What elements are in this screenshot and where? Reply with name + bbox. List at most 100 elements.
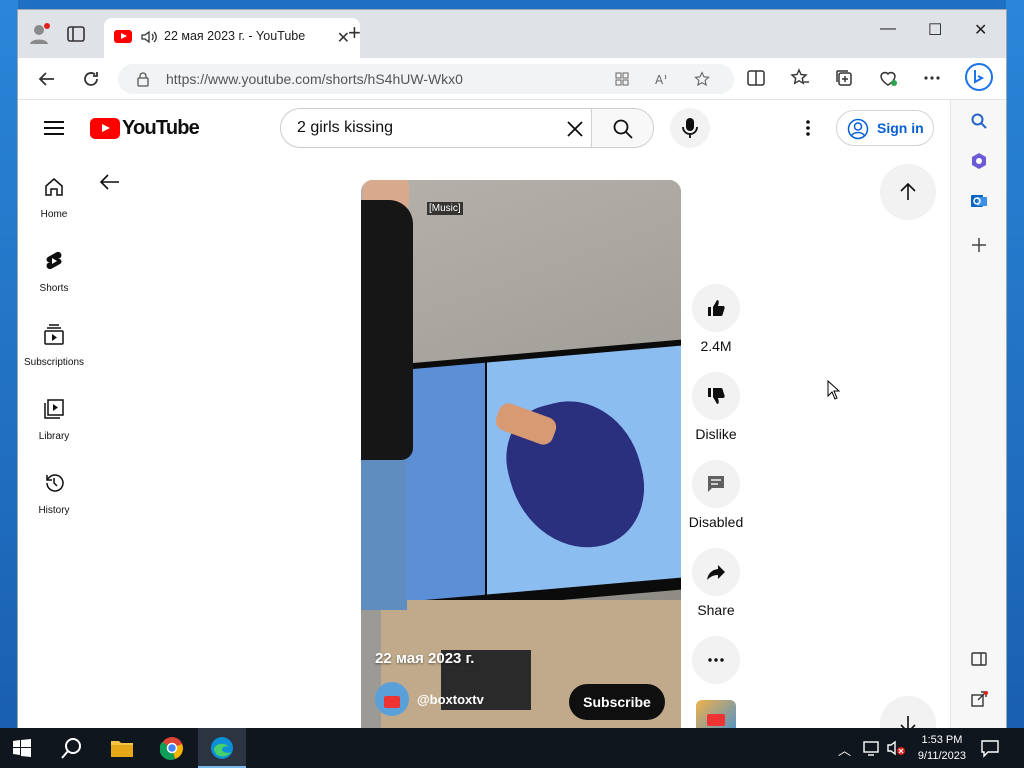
sign-in-button[interactable]: Sign in xyxy=(836,110,934,146)
guide-item-history[interactable]: History xyxy=(18,458,90,528)
sidebar-toggle-icon[interactable] xyxy=(970,650,988,668)
file-explorer-icon[interactable] xyxy=(110,736,134,760)
show-hidden-icons[interactable]: ︿ xyxy=(838,740,851,759)
back-icon[interactable] xyxy=(36,68,58,90)
notifications-icon[interactable] xyxy=(980,738,1000,758)
guide-item-library[interactable]: Library xyxy=(18,384,90,454)
sound-channel-thumbnail[interactable] xyxy=(696,700,736,728)
guide-label-shorts: Shorts xyxy=(39,283,69,294)
browser-window: 22 мая 2023 г. - YouTube ✕ + — ☐ ✕ https… xyxy=(18,10,1006,728)
shorts-icon xyxy=(46,251,62,270)
open-external-icon[interactable] xyxy=(970,690,988,708)
arrow-up-icon xyxy=(900,182,916,200)
read-aloud-icon[interactable]: A xyxy=(654,71,670,87)
youtube-logo[interactable]: YouTube xyxy=(90,117,200,139)
share-button[interactable] xyxy=(692,548,740,596)
like-count: 2.4M xyxy=(700,338,732,354)
more-actions-button[interactable] xyxy=(692,636,740,684)
speaker-icon[interactable] xyxy=(140,28,158,46)
channel-handle[interactable]: @boxtoxtv xyxy=(417,692,484,707)
lock-icon[interactable] xyxy=(136,71,150,87)
subscribe-button[interactable]: Subscribe xyxy=(569,684,665,720)
search-icon[interactable] xyxy=(60,736,84,760)
home-icon xyxy=(45,178,63,196)
address-bar[interactable]: https://www.youtube.com/shorts/hS4hUW-Wk… xyxy=(118,64,734,94)
dislike-label: Dislike xyxy=(695,426,737,442)
split-screen-icon[interactable] xyxy=(746,68,766,88)
mouse-cursor-icon xyxy=(827,380,841,400)
collections-icon[interactable] xyxy=(834,68,854,88)
share-action[interactable]: Share xyxy=(688,548,744,618)
windows-start-icon[interactable] xyxy=(12,738,32,758)
guide-label-subscriptions: Subscriptions xyxy=(23,357,85,368)
tab-actions-icon[interactable] xyxy=(66,24,86,44)
svg-text:A: A xyxy=(655,73,664,87)
like-action[interactable]: 2.4M xyxy=(688,284,744,354)
search-input[interactable]: 2 girls kissing xyxy=(297,119,393,137)
system-clock[interactable]: 1:53 PM 9/11/2023 xyxy=(918,732,966,764)
search-box[interactable]: 2 girls kissing xyxy=(280,108,654,148)
guide-item-subscriptions[interactable]: Subscriptions xyxy=(18,310,90,380)
guide-label-history: History xyxy=(38,505,70,516)
next-short-button[interactable] xyxy=(880,696,936,728)
favorite-star-icon[interactable] xyxy=(694,71,710,87)
share-icon xyxy=(707,565,725,580)
history-icon xyxy=(46,474,64,492)
bing-chat-icon[interactable] xyxy=(964,62,994,92)
account-icon xyxy=(847,118,869,140)
thumbs-up-icon xyxy=(708,300,725,316)
search-icon[interactable] xyxy=(970,112,988,130)
microphone-icon xyxy=(682,118,698,138)
video-title: 22 мая 2023 г. xyxy=(375,650,475,667)
close-window-button[interactable]: ✕ xyxy=(974,20,987,40)
minimize-button[interactable]: — xyxy=(880,20,896,38)
settings-more-icon[interactable] xyxy=(798,118,818,138)
url-text[interactable]: https://www.youtube.com/shorts/hS4hUW-Wk… xyxy=(166,71,463,87)
menu-icon[interactable] xyxy=(44,121,64,135)
refresh-icon[interactable] xyxy=(80,68,102,90)
youtube-play-icon xyxy=(90,117,120,139)
previous-short-button[interactable] xyxy=(880,164,936,220)
search-button[interactable] xyxy=(591,109,653,147)
voice-search-button[interactable] xyxy=(670,108,710,148)
more-actions[interactable] xyxy=(688,636,744,684)
volume-muted-icon[interactable] xyxy=(886,738,906,758)
edge-sidebar xyxy=(950,100,1006,728)
address-bar-row: https://www.youtube.com/shorts/hS4hUW-Wk… xyxy=(18,58,1006,100)
dislike-button[interactable] xyxy=(692,372,740,420)
favorites-icon[interactable] xyxy=(790,68,810,88)
guide-item-shorts[interactable]: Shorts xyxy=(18,236,90,306)
desktop-background xyxy=(1006,0,1024,728)
windows-taskbar: ︿ 1:53 PM 9/11/2023 xyxy=(0,728,1024,768)
title-bar: 22 мая 2023 г. - YouTube ✕ + — ☐ ✕ xyxy=(18,10,1006,58)
browser-essentials-icon[interactable] xyxy=(878,68,898,88)
network-icon[interactable] xyxy=(862,738,882,758)
channel-avatar[interactable] xyxy=(375,682,409,716)
edge-icon[interactable] xyxy=(210,736,234,760)
profile-icon[interactable] xyxy=(28,22,52,46)
comments-label: Disabled xyxy=(688,514,744,530)
copilot-icon[interactable] xyxy=(970,152,988,170)
maximize-button[interactable]: ☐ xyxy=(928,20,942,40)
new-tab-button[interactable]: + xyxy=(348,22,361,44)
comments-button[interactable] xyxy=(692,460,740,508)
app-available-icon[interactable] xyxy=(614,71,630,87)
browser-tab[interactable]: 22 мая 2023 г. - YouTube ✕ xyxy=(104,18,360,58)
more-options-icon[interactable] xyxy=(922,68,942,88)
add-icon[interactable] xyxy=(970,236,988,254)
outlook-icon[interactable] xyxy=(970,192,988,210)
guide-label-home: Home xyxy=(40,209,68,220)
search-icon xyxy=(613,119,633,139)
clock-date: 9/11/2023 xyxy=(917,750,966,762)
clock-time: 1:53 PM xyxy=(921,734,963,746)
guide-item-home[interactable]: Home xyxy=(18,162,90,232)
shorts-video-player[interactable]: [Music] 22 мая 2023 г. @boxtoxtv Subscri… xyxy=(361,180,681,728)
clear-search-icon[interactable] xyxy=(563,117,587,141)
back-arrow-icon[interactable] xyxy=(98,170,122,194)
more-horizontal-icon xyxy=(708,658,724,662)
comments-action[interactable]: Disabled xyxy=(688,460,744,530)
like-button[interactable] xyxy=(692,284,740,332)
guide-label-library: Library xyxy=(38,431,70,442)
dislike-action[interactable]: Dislike xyxy=(688,372,744,442)
chrome-icon[interactable] xyxy=(160,736,184,760)
